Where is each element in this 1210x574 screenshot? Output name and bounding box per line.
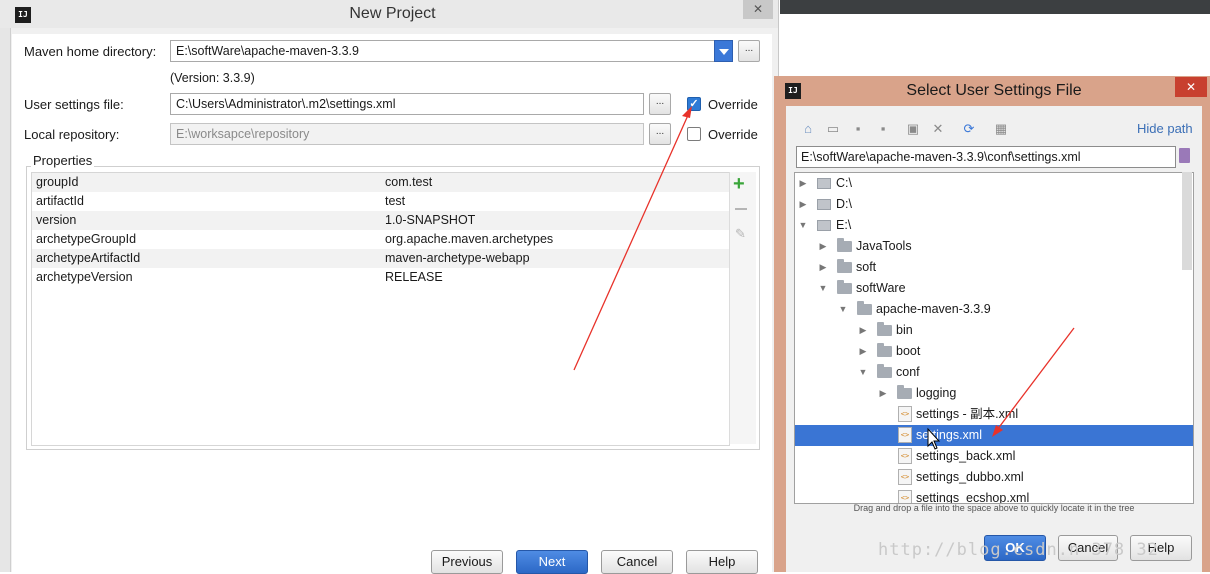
annotation-arrowhead-settings (992, 425, 1003, 437)
annotation-arrowhead-override (682, 106, 692, 118)
annotation-arrow-override (573, 112, 690, 371)
annotation-overlay (573, 106, 1075, 450)
mouse-cursor-icon (927, 427, 941, 450)
annotation-arrow-settings (996, 327, 1075, 431)
